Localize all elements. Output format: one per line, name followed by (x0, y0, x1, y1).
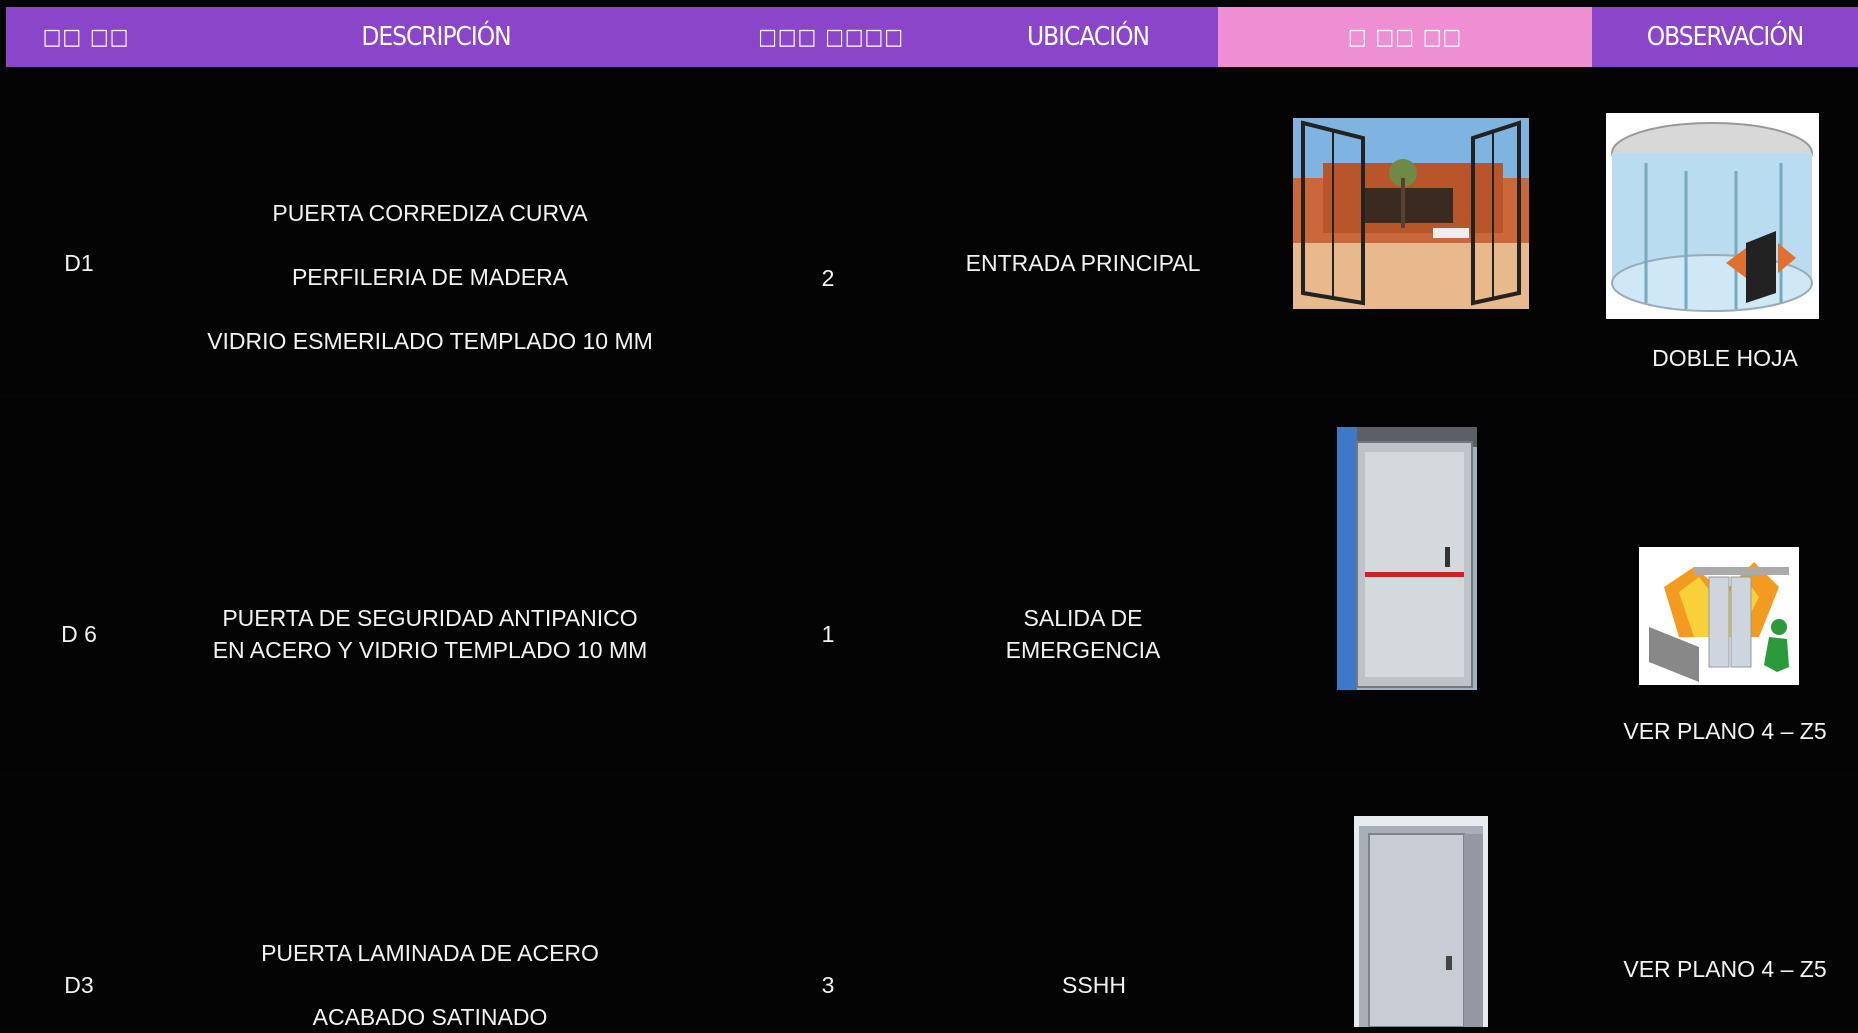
fire-exit-illustration (1639, 547, 1799, 685)
row-quantity: 1 (821, 621, 835, 647)
observation-text: VER PLANO 4 – Z5 (1623, 718, 1827, 744)
table-header: □□ □□ DESCRIPCIÓN □□□ □□□□ UBICACIÓN □ □… (6, 7, 1858, 67)
row-location: ENTRADA PRINCIPAL (965, 250, 1201, 276)
description-line: EN ACERO Y VIDRIO TEMPLADO 10 MM (212, 637, 648, 663)
door-photo (1293, 118, 1529, 309)
description-line: PUERTA CORREDIZA CURVA (272, 200, 588, 226)
header-description: DESCRIPCIÓN (361, 22, 511, 52)
header-quantity: □□□ □□□□ (758, 24, 904, 50)
row-description: PUERTA LAMINADA DE ACERO ACABADO SATINAD… (261, 937, 599, 1033)
row-location: SSHH (1062, 972, 1126, 998)
location-line: SALIDA DE (1023, 605, 1143, 631)
row-description: PUERTA DE SEGURIDAD ANTIPANICO EN ACERO … (213, 602, 648, 666)
row-location: SALIDA DE EMERGENCIA (1006, 602, 1161, 666)
row-quantity: 3 (821, 972, 835, 998)
row-code: D 6 (61, 621, 97, 647)
curved-door-illustration (1606, 113, 1819, 319)
description-line: PUERTA DE SEGURIDAD ANTIPANICO (222, 605, 638, 631)
description-line: ACABADO SATINADO (312, 1004, 548, 1030)
table-row: D 6 PUERTA DE SEGURIDAD ANTIPANICO EN AC… (0, 345, 1858, 773)
location-line: EMERGENCIA (1005, 637, 1161, 663)
description-line: PUERTA LAMINADA DE ACERO (261, 940, 599, 966)
observation-text: VER PLANO 4 – Z5 (1623, 956, 1827, 982)
steel-door-photo (1337, 427, 1477, 690)
row-code: D1 (64, 250, 94, 276)
row-quantity: 2 (821, 265, 835, 291)
header-code: □□ □□ (42, 24, 130, 50)
table-row: D1 PUERTA CORREDIZA CURVA PERFILERIA DE … (0, 67, 1858, 395)
observation-top: DOBLE HOJA (1652, 345, 1798, 371)
row-description: PUERTA CORREDIZA CURVA PERFILERIA DE MAD… (207, 197, 653, 357)
header-location: UBICACIÓN (1026, 22, 1150, 52)
stainless-door-photo (1354, 816, 1488, 1027)
table-row: D3 PUERTA LAMINADA DE ACERO ACABADO SATI… (0, 775, 1858, 1030)
description-line: PERFILERIA DE MADERA (291, 264, 569, 290)
header-image: □ □□ □□ (1218, 7, 1592, 67)
description-line: VIDRIO ESMERILADO TEMPLADO 10 MM (207, 328, 653, 354)
header-observation: OBSERVACIÓN (1646, 22, 1804, 52)
row-code: D3 (64, 972, 94, 998)
